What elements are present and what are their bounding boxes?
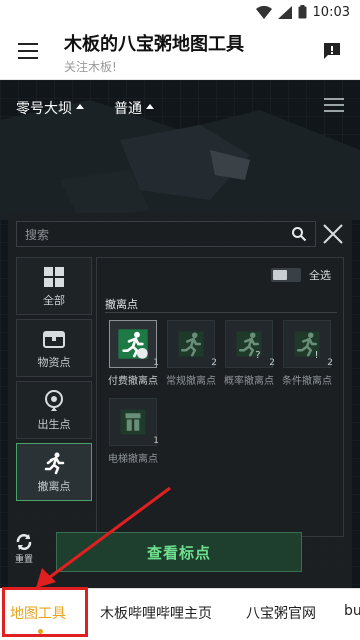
category-extraction[interactable]: 撤离点 xyxy=(16,443,92,501)
marker-icon-box xyxy=(109,398,157,446)
marker-label: 概率撤离点 xyxy=(224,376,274,387)
marker-icon-box xyxy=(109,320,157,368)
marker-count: 2 xyxy=(211,358,217,368)
caret-up-icon xyxy=(76,103,84,109)
app-bar: 木板的八宝粥地图工具 关注木板! xyxy=(0,24,360,80)
running-man-icon: ! xyxy=(294,331,320,359)
location-pin-icon xyxy=(45,389,63,411)
battery-icon xyxy=(298,5,307,19)
marker-count: 2 xyxy=(269,358,275,368)
running-man-icon: ? xyxy=(236,331,262,359)
search-input[interactable]: 搜索 xyxy=(16,221,316,247)
list-icon[interactable] xyxy=(324,98,344,112)
app-title: 木板的八宝粥地图工具 xyxy=(64,34,244,55)
marker-label: 付费撤离点 xyxy=(108,376,158,387)
mode-select[interactable]: 普通 xyxy=(114,98,154,118)
close-icon[interactable] xyxy=(322,223,344,245)
category-label: 全部 xyxy=(43,293,65,307)
marker-paid-extraction[interactable]: 1 付费撤离点 xyxy=(105,320,161,390)
running-man-icon xyxy=(118,329,148,359)
marker-icon-box: ? xyxy=(225,320,273,368)
category-label: 出生点 xyxy=(37,417,71,431)
map-view[interactable]: 零号大坝 普通 搜索 全部 物资点 出生点 撤离点 全选 撤离点 1 付费撤离点… xyxy=(0,80,360,588)
tab-more[interactable]: bu xyxy=(344,603,360,619)
chest-icon xyxy=(43,330,65,348)
tab-official-site[interactable]: 八宝粥官网 xyxy=(246,603,316,623)
marker-conditional-extraction[interactable]: ! 2 条件撤离点 xyxy=(279,320,335,390)
refresh-icon xyxy=(16,534,32,550)
running-man-icon xyxy=(178,331,204,357)
mode-select-label: 普通 xyxy=(114,101,142,117)
elevator-icon xyxy=(120,409,146,435)
category-label: 撤离点 xyxy=(37,479,71,493)
divider xyxy=(105,312,337,313)
search-icon[interactable] xyxy=(291,226,307,242)
annotation-highlight-box xyxy=(2,587,88,637)
category-sidebar: 全部 物资点 出生点 撤离点 xyxy=(16,257,92,537)
app-subtitle: 关注木板! xyxy=(64,60,117,74)
view-markers-button[interactable]: 查看标点 xyxy=(56,532,302,572)
marker-count: 2 xyxy=(327,358,333,368)
marker-label: 电梯撤离点 xyxy=(108,454,158,465)
status-time: 10:03 xyxy=(312,4,350,20)
marker-list: 全选 撤离点 1 付费撤离点 2 常规撤离点 ? 2 概率撤离点 ! 2 条件撤… xyxy=(96,257,344,537)
reset-button[interactable]: 重置 xyxy=(10,532,38,572)
status-bar: 10:03 xyxy=(0,0,360,24)
marker-regular-extraction[interactable]: 2 常规撤离点 xyxy=(163,320,219,390)
select-all-label: 全选 xyxy=(309,269,331,282)
marker-count: 1 xyxy=(153,358,159,368)
category-label: 物资点 xyxy=(37,355,71,369)
reset-label: 重置 xyxy=(14,555,33,565)
signal-icon xyxy=(277,5,292,19)
map-select[interactable]: 零号大坝 xyxy=(16,98,84,118)
running-man-icon xyxy=(44,452,65,474)
section-title: 撤离点 xyxy=(105,298,138,311)
marker-probability-extraction[interactable]: ? 2 概率撤离点 xyxy=(221,320,277,390)
grid-icon xyxy=(44,266,64,287)
menu-icon[interactable] xyxy=(18,43,38,59)
marker-count: 1 xyxy=(153,436,159,446)
feedback-icon[interactable] xyxy=(322,41,342,61)
marker-icon-box xyxy=(167,320,215,368)
search-placeholder: 搜索 xyxy=(25,228,50,242)
category-spawn[interactable]: 出生点 xyxy=(16,381,92,439)
marker-badge: ! xyxy=(315,350,319,359)
category-supplies[interactable]: 物资点 xyxy=(16,319,92,377)
map-toolbar: 零号大坝 普通 xyxy=(0,80,360,132)
map-select-label: 零号大坝 xyxy=(16,101,72,117)
tab-bilibili-home[interactable]: 木板哔哩哔哩主页 xyxy=(100,603,212,623)
marker-elevator-extraction[interactable]: 1 电梯撤离点 xyxy=(105,398,161,468)
wifi-icon xyxy=(255,5,272,19)
marker-badge: ? xyxy=(255,350,260,359)
category-all[interactable]: 全部 xyxy=(16,257,92,315)
marker-icon-box: ! xyxy=(283,320,331,368)
marker-label: 条件撤离点 xyxy=(282,376,332,387)
caret-up-icon xyxy=(146,103,154,109)
marker-label: 常规撤离点 xyxy=(166,376,216,387)
select-all-toggle[interactable] xyxy=(271,268,301,282)
